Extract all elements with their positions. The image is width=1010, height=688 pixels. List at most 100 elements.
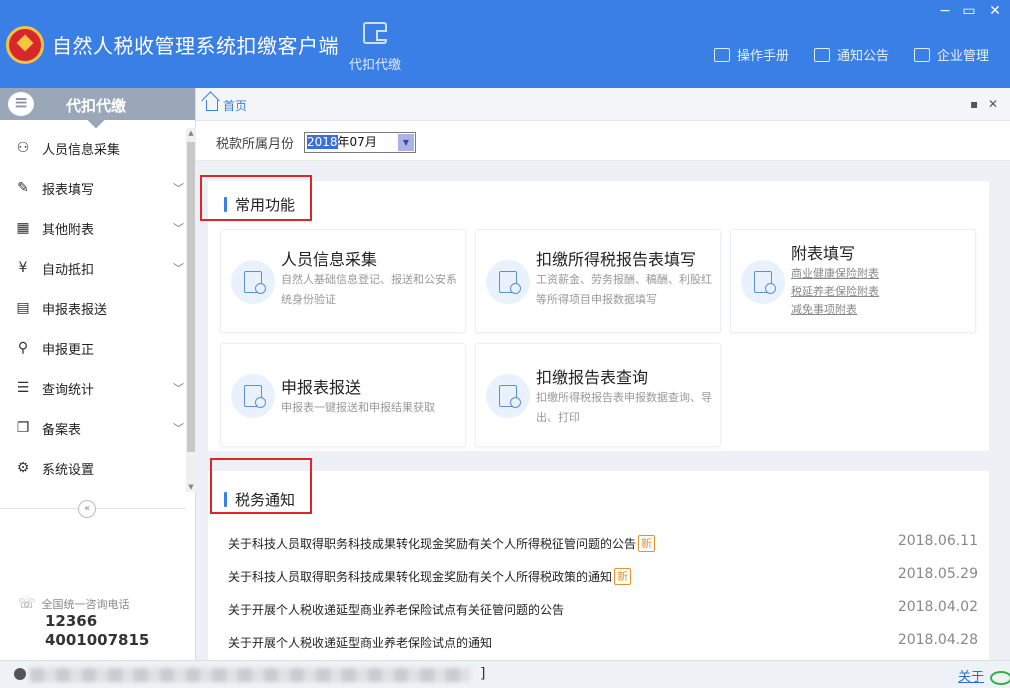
notice-label: 通知公告 <box>837 49 890 64</box>
title-accent-bar <box>224 492 227 507</box>
notice-item[interactable]: 关于科技人员取得职务科技成果转化现金奖励有关个人所得税政策的通知新 2018.0… <box>228 565 978 587</box>
card-schedules[interactable]: 附表填写 商业健康保险附表 税延养老保险附表 减免事项附表 <box>730 229 976 333</box>
sidebar-item-other-schedules[interactable]: ▦ 其他附表 ﹀ <box>0 208 186 248</box>
collapse-divider: « <box>0 500 186 518</box>
notice-text[interactable]: 关于科技人员取得职务科技成果转化现金奖励有关个人所得税政策的通知 <box>228 570 612 584</box>
title-accent-bar <box>224 197 227 212</box>
redacted-user-info <box>30 668 470 682</box>
scroll-down-icon[interactable]: ▼ <box>186 482 196 492</box>
sidebar-item-correction[interactable]: ⚲ 申报更正 <box>0 328 186 368</box>
card-desc: 自然人基础信息登记、报送和公安系统身份验证 <box>281 273 457 306</box>
sidebar-item-personnel[interactable]: ⚇ 人员信息采集 <box>0 128 186 168</box>
minimize-button[interactable]: − <box>936 3 954 19</box>
scroll-up-icon[interactable]: ▲ <box>186 128 196 138</box>
title-bar: 自然人税收管理系统扣缴客户端 代扣代缴 − ▭ ✕ 操作手册 通知公告 企业管理 <box>0 0 1010 88</box>
about-link[interactable]: 关于 <box>958 666 984 685</box>
dropdown-arrow-icon[interactable]: ▼ <box>398 134 414 151</box>
report-send-icon: ▤ <box>16 300 30 316</box>
edit-icon: ✎ <box>17 180 29 196</box>
tab-restore-button[interactable]: ▪ <box>970 97 978 111</box>
notice-item[interactable]: 关于开展个人税收递延型商业养老保险试点有关征管问题的公告 2018.04.02 <box>228 598 978 620</box>
hotline-number-1: 12366 <box>45 612 98 630</box>
new-badge: 新 <box>638 535 656 552</box>
card-desc: 扣缴所得税报告表申报数据查询、导出、打印 <box>536 391 712 424</box>
card-report-submit[interactable]: 申报表报送 申报表一键报送和申报结果获取 <box>220 343 466 447</box>
sidebar-item-label: 自动抵扣 <box>42 262 95 278</box>
manual-link[interactable]: 操作手册 <box>714 45 789 64</box>
module-label: 代扣代缴 <box>348 58 401 73</box>
card-report-query[interactable]: 扣缴报告表查询 扣缴所得税报告表申报数据查询、导出、打印 <box>475 343 721 447</box>
yen-icon: ¥ <box>18 260 28 276</box>
link-health-insurance[interactable]: 商业健康保险附表 <box>791 265 879 283</box>
sidebar-item-label: 申报更正 <box>42 342 95 358</box>
notice-text[interactable]: 关于科技人员取得职务科技成果转化现金奖励有关个人所得税征管问题的公告 <box>228 537 636 551</box>
menu-icon[interactable] <box>8 92 34 116</box>
enterprise-label: 企业管理 <box>937 49 990 64</box>
card-title: 申报表报送 <box>281 378 362 397</box>
phone-icon: ☏ <box>18 596 36 612</box>
report-check-icon <box>486 374 530 418</box>
collapse-sidebar-button[interactable]: « <box>78 500 96 518</box>
hotline-label: 全国统一咨询电话 <box>41 598 130 611</box>
notice-text[interactable]: 关于开展个人税收递延型商业养老保险试点有关征管问题的公告 <box>228 601 564 618</box>
notice-text-wrap: 关于科技人员取得职务科技成果转化现金奖励有关个人所得税征管问题的公告新 <box>228 535 656 552</box>
notice-date: 2018.06.11 <box>897 533 978 549</box>
manual-icon <box>714 47 730 62</box>
tax-emblem-logo <box>6 26 44 64</box>
sidebar-item-settings[interactable]: ⚙ 系统设置 <box>0 448 186 488</box>
notice-link[interactable]: 通知公告 <box>814 45 889 64</box>
hotline: ☏ 全国统一咨询电话 12366 4001007815 <box>18 596 149 650</box>
notice-date: 2018.04.02 <box>897 599 978 615</box>
tax-notices-panel: 税务通知 关于科技人员取得职务科技成果转化现金奖励有关个人所得税征管问题的公告新… <box>208 458 989 660</box>
period-month: 年07月 <box>337 135 377 149</box>
link-exemption[interactable]: 减免事项附表 <box>791 301 879 319</box>
tab-bar: 首页 ▪ ✕ <box>196 88 1010 121</box>
notice-item[interactable]: 关于科技人员取得职务科技成果转化现金奖励有关个人所得税征管问题的公告新 2018… <box>228 532 978 554</box>
section-title-notices: 税务通知 <box>224 489 295 510</box>
sidebar-item-label: 查询统计 <box>42 382 95 398</box>
period-year[interactable]: 2018 <box>307 135 338 149</box>
sidebar-item-query-stats[interactable]: ☰ 查询统计 ﹀ <box>0 368 186 408</box>
home-icon <box>206 100 218 111</box>
notice-text-wrap: 关于科技人员取得职务科技成果转化现金奖励有关个人所得税政策的通知新 <box>228 568 632 585</box>
chevron-down-icon: ﹀ <box>173 182 184 195</box>
card-title: 扣缴所得税报告表填写 <box>536 250 697 269</box>
card-links: 商业健康保险附表 税延养老保险附表 减免事项附表 <box>791 265 879 319</box>
notice-text[interactable]: 关于开展个人税收递延型商业养老保险试点的通知 <box>228 634 492 651</box>
hotline-number-2: 4001007815 <box>45 631 150 649</box>
common-title-text: 常用功能 <box>235 196 296 214</box>
search-icon: ⚲ <box>17 340 29 356</box>
sidebar-item-report-fill[interactable]: ✎ 报表填写 ﹀ <box>0 168 186 208</box>
wallet-icon <box>363 22 387 44</box>
gear-icon: ⚙ <box>16 460 30 476</box>
card-title: 人员信息采集 <box>281 250 378 269</box>
sidebar-scrollbar[interactable]: ▲ ▼ <box>186 128 196 492</box>
document-icon: ❐ <box>16 420 30 436</box>
sidebar-item-auto-deduct[interactable]: ¥ 自动抵扣 ﹀ <box>0 248 186 288</box>
enterprise-link[interactable]: 企业管理 <box>914 45 989 64</box>
report-send-icon <box>231 374 275 418</box>
tab-home[interactable]: 首页 <box>206 97 247 114</box>
sidebar-nav: ⚇ 人员信息采集 ✎ 报表填写 ﹀ ▦ 其他附表 ﹀ ¥ 自动抵扣 ﹀ ▤ 申报… <box>0 128 186 488</box>
scrollbar-thumb[interactable] <box>187 142 195 452</box>
maximize-button[interactable]: ▭ <box>960 3 978 19</box>
notice-item[interactable]: 关于开展个人税收递延型商业养老保险试点的通知 2018.04.28 <box>228 631 978 653</box>
sidebar-item-label: 其他附表 <box>42 222 95 238</box>
tab-close-button[interactable]: ✕ <box>988 97 998 111</box>
status-corner-icon <box>990 671 1010 685</box>
tab-home-label: 首页 <box>223 99 248 113</box>
sidebar-item-filing[interactable]: ❐ 备案表 ﹀ <box>0 408 186 448</box>
module-withholding-button[interactable]: 代扣代缴 <box>340 22 410 82</box>
period-select[interactable]: 2018年07月 ▼ <box>304 132 416 153</box>
card-title: 扣缴报告表查询 <box>536 368 649 387</box>
sidebar-item-report-submit[interactable]: ▤ 申报表报送 <box>0 288 186 328</box>
period-bar: 税款所属月份 2018年07月 ▼ <box>196 121 1010 161</box>
sidebar-header: 代扣代缴 <box>0 88 195 129</box>
link-pension-insurance[interactable]: 税延养老保险附表 <box>791 283 879 301</box>
card-personnel[interactable]: 人员信息采集 自然人基础信息登记、报送和公安系统身份验证 <box>220 229 466 333</box>
close-button[interactable]: ✕ <box>986 3 1004 19</box>
notice-date: 2018.04.28 <box>897 632 978 648</box>
chevron-down-icon: ﹀ <box>173 382 184 395</box>
mail-icon <box>814 47 830 62</box>
card-withholding-report[interactable]: 扣缴所得税报告表填写 工资薪金、劳务报酬、稿酬、利股红等所得项目申报数据填写 <box>475 229 721 333</box>
